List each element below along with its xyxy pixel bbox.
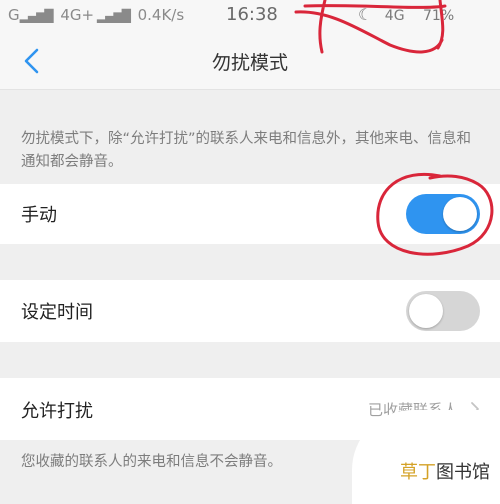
page-title: 勿扰模式 [211, 52, 288, 74]
status-right: ☾ 4G 71% [358, 5, 454, 24]
network-type-left: 4G+ [60, 6, 95, 24]
status-left: G▂▄▆█ 4G+ ▂▄▆█ 0.4K/s [8, 6, 184, 24]
manual-toggle[interactable] [406, 194, 480, 234]
nav-bar: 勿扰模式 [0, 32, 500, 90]
status-bar: G▂▄▆█ 4G+ ▂▄▆█ 0.4K/s 16:38 ☾ 4G 71% [0, 0, 500, 32]
toggle-knob [409, 294, 443, 328]
manual-label: 手动 [21, 205, 57, 226]
schedule-toggle[interactable] [406, 291, 480, 331]
network-type-right: 4G [384, 8, 405, 24]
mode-description: 勿扰模式下，除“允许打扰”的联系人来电和信息外，其他来电、信息和通知都会静音。 [21, 131, 472, 170]
watermark-badge [352, 410, 500, 504]
row-manual[interactable]: 手动 [0, 184, 500, 244]
status-time: 16:38 [226, 4, 278, 25]
signal-icon: ▂▄▆█ [19, 9, 54, 23]
toggle-knob [443, 197, 477, 231]
schedule-label: 设定时间 [21, 302, 93, 323]
watermark-part1: 草丁 [400, 462, 436, 483]
signal-icon-2: ▂▄▆█ [94, 9, 131, 23]
network-speed: 0.4K/s [137, 6, 185, 24]
allow-label: 允许打扰 [21, 401, 93, 422]
watermark-part2: 图书馆 [436, 462, 490, 483]
battery-percent: 71% [423, 8, 455, 24]
watermark-text: 草丁图书馆 [400, 458, 490, 484]
allow-footnote: 您收藏的联系人的来电和信息不会静音。 [21, 454, 282, 470]
moon-icon: ☾ [358, 5, 373, 24]
row-schedule[interactable]: 设定时间 [0, 280, 500, 342]
carrier-label: G [8, 6, 20, 24]
